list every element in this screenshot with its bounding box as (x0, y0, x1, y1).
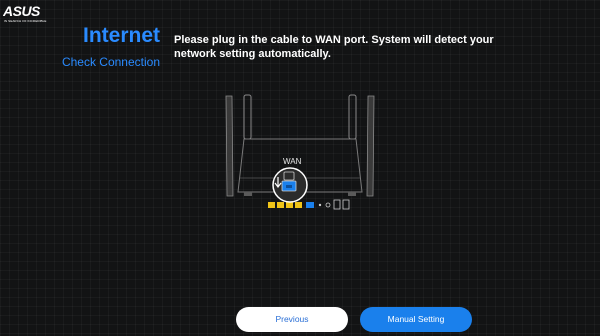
front-left-antenna (225, 95, 234, 197)
power-switch-icon (342, 199, 350, 210)
asus-logo-wordmark: ASUS (3, 4, 41, 18)
lan-port-4 (295, 202, 302, 208)
rear-left-antenna (243, 94, 252, 140)
router-foot-right (348, 192, 356, 196)
asus-logo-mark: ASUS (3, 4, 42, 18)
previous-button[interactable]: Previous (236, 307, 348, 332)
router-illustration (225, 94, 375, 210)
router-foot-left (244, 192, 252, 196)
rear-right-antenna (348, 94, 357, 140)
page-subtitle: Check Connection (61, 55, 160, 69)
manual-setting-button[interactable]: Manual Setting (360, 307, 472, 332)
instruction-text: Please plug in the cable to WAN port. Sy… (174, 34, 494, 60)
logo-tagline: IN SEARCH OF INCREDIBLE (4, 19, 47, 23)
power-jack-icon (325, 202, 331, 208)
usb-port-icon (333, 199, 341, 210)
wan-port (306, 202, 314, 208)
lan-port-1 (268, 202, 275, 208)
wan-port-label: WAN (283, 157, 302, 166)
lan-port-3 (286, 202, 293, 208)
page-title: Internet (82, 24, 160, 47)
front-right-antenna (366, 95, 375, 197)
lan-port-2 (277, 202, 284, 208)
asus-logo: ASUS IN SEARCH OF INCREDIBLE (3, 4, 59, 26)
reset-hole-icon (318, 203, 322, 207)
ethernet-plug-contacts (286, 185, 292, 188)
